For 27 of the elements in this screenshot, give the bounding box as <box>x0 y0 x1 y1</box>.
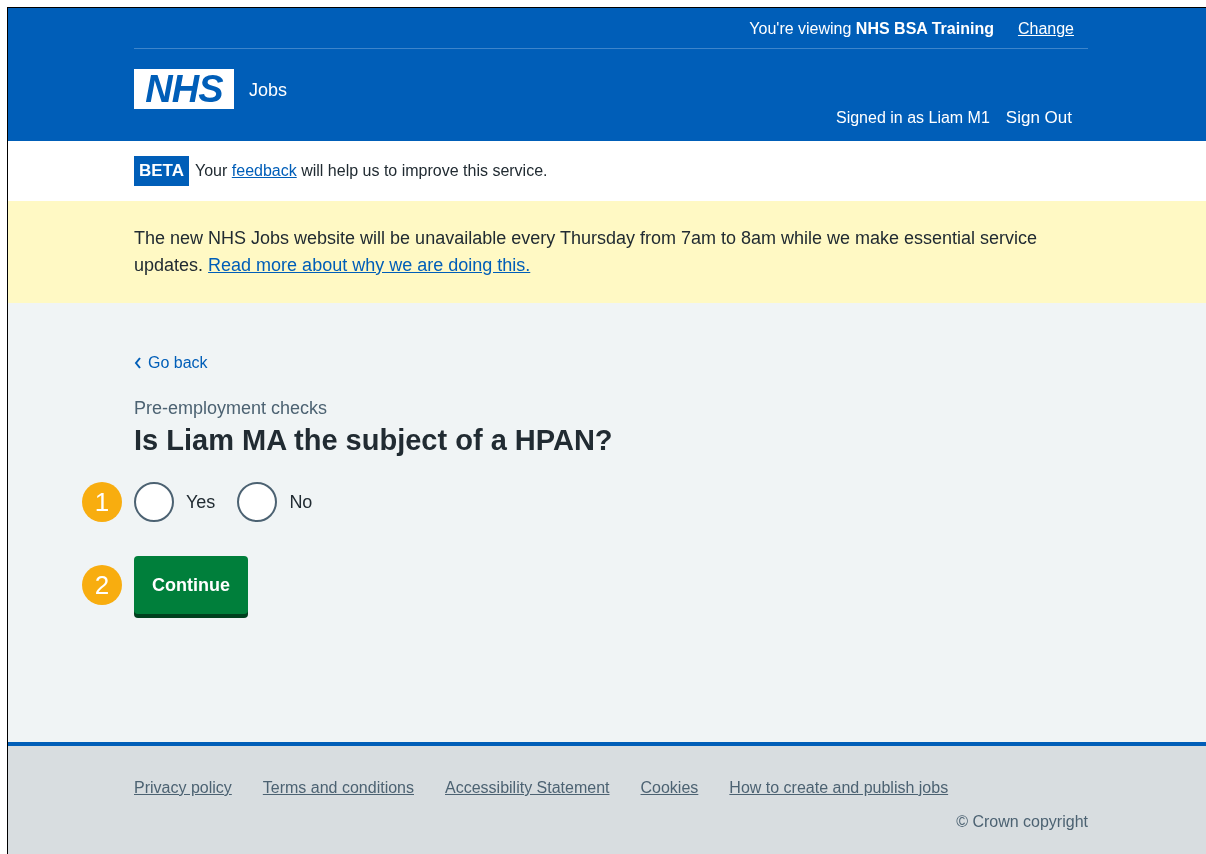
step-marker: 2 <box>82 565 122 605</box>
step-marker: 1 <box>82 482 122 522</box>
feedback-message: Your feedback will help us to improve this service. <box>195 161 548 181</box>
beta-tag: BETA <box>134 156 189 186</box>
radio-option[interactable]: No <box>237 482 313 522</box>
back-link[interactable]: Go back <box>134 351 208 375</box>
footer-link[interactable]: How to create and publish jobs <box>729 776 949 800</box>
service-name: Jobs <box>249 79 288 102</box>
footer-link[interactable]: Terms and conditions <box>262 776 414 800</box>
viewing-organisation-text: You're viewing NHS BSA Training <box>749 18 994 39</box>
change-link[interactable]: Change <box>1017 16 1074 41</box>
notice-text: The new NHS Jobs website will be unavailable every Thursday from 7am to 8am while we make essential service updates. Read more about why we are doing this. <box>134 227 1039 277</box>
radio-option[interactable]: Yes <box>134 482 216 522</box>
read-more-link[interactable]: Read more about why we are doing this. <box>208 255 531 275</box>
feedback-link[interactable]: feedback <box>231 162 297 179</box>
copyright-text: © Crown copyright <box>956 812 1088 832</box>
footer-link[interactable]: Privacy policy <box>134 776 232 800</box>
sign-out-link[interactable]: Sign Out <box>1005 105 1072 131</box>
nhs-logo: NHS <box>134 69 234 109</box>
question-caption: Pre-employment checks <box>134 397 328 420</box>
radio-button[interactable] <box>134 482 174 522</box>
radio-button[interactable] <box>237 482 278 522</box>
chevron-left-icon <box>134 357 142 369</box>
question-heading: Is Liam MA the subject of a HPAN? <box>134 423 613 458</box>
signed-in-text: Signed in as Liam M1 <box>836 107 990 128</box>
footer-link[interactable]: Accessibility Statement <box>445 776 610 800</box>
footer-link[interactable]: Cookies <box>640 776 699 800</box>
